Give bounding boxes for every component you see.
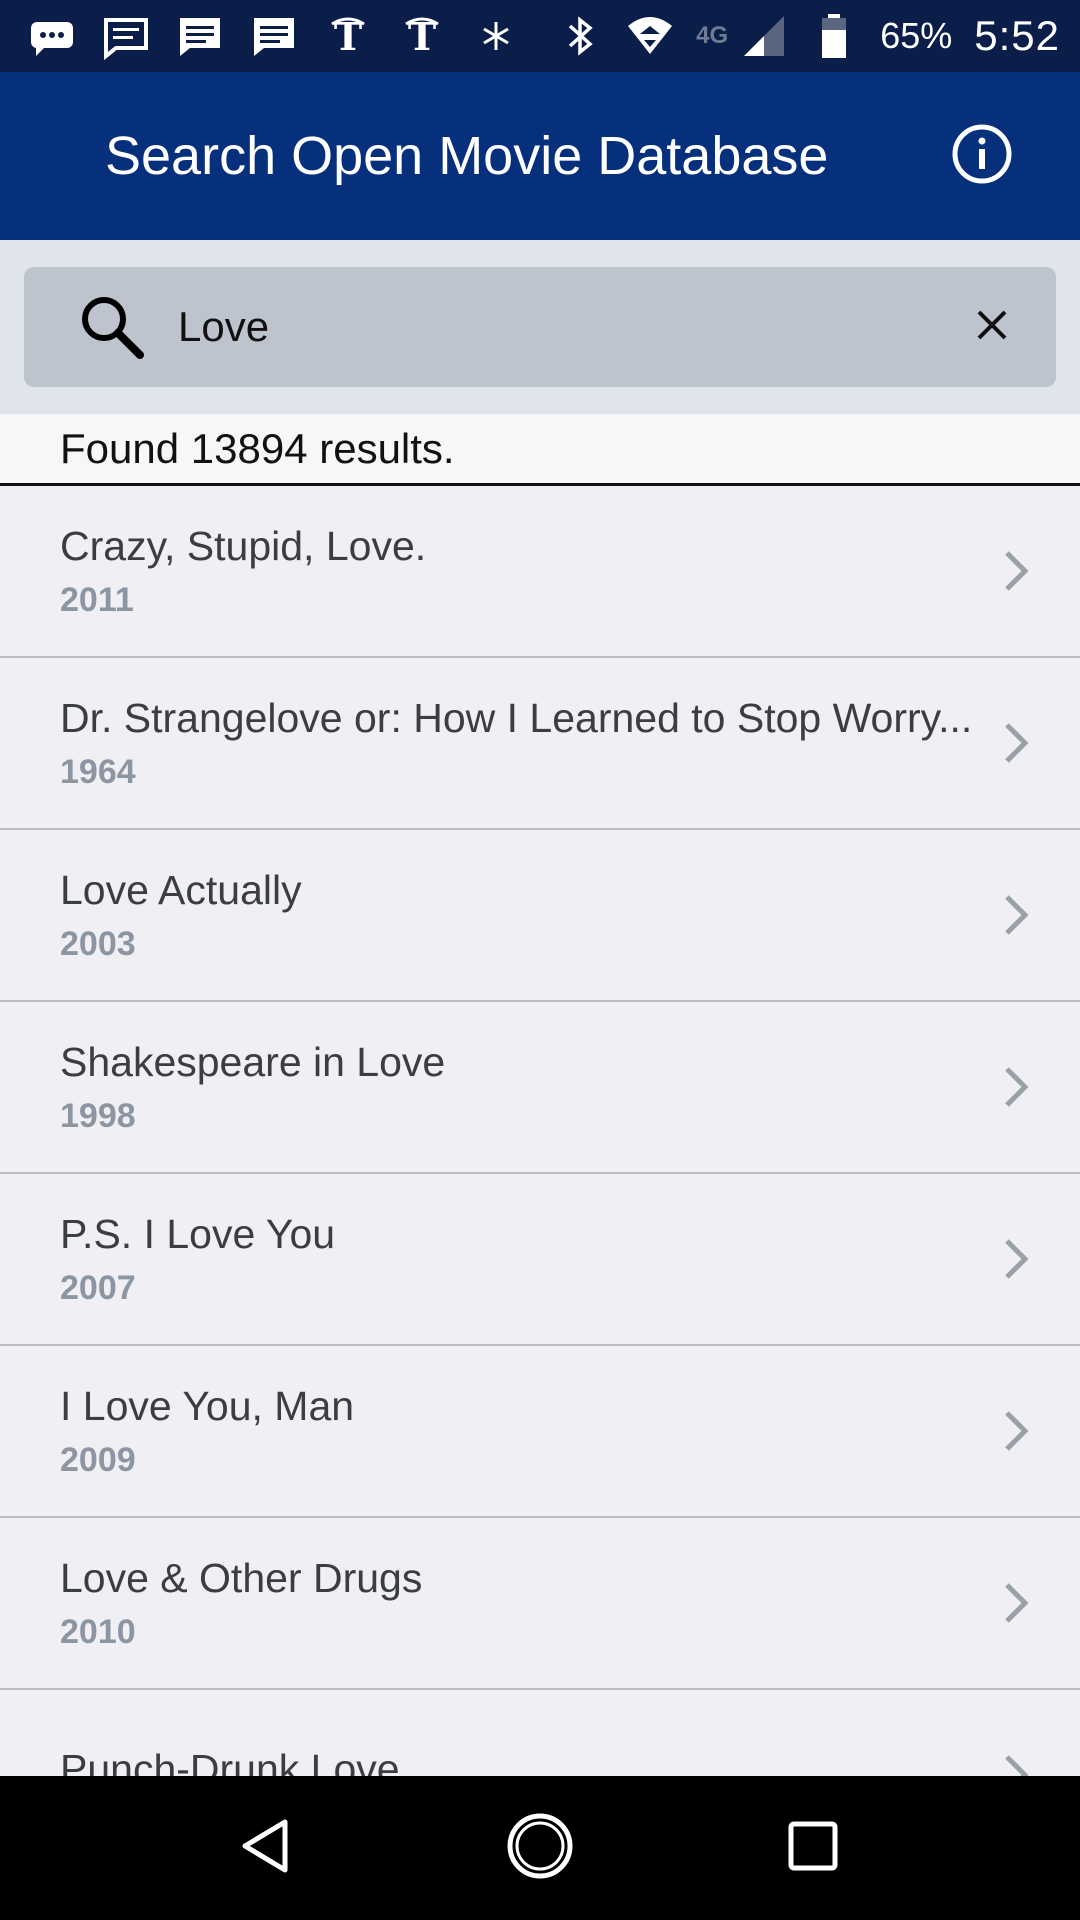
movie-year: 2007	[60, 1269, 136, 1308]
home-icon	[504, 1810, 576, 1887]
movie-title: Love & Other Drugs	[60, 1554, 423, 1601]
list-item-text: Love & Other Drugs 2010	[60, 1554, 980, 1652]
info-icon	[950, 122, 1014, 191]
nyt-icon: T	[398, 12, 446, 60]
message-icon	[176, 12, 224, 60]
list-item-text: Crazy, Stupid, Love. 2011	[60, 522, 980, 620]
clock: 5:52	[974, 12, 1060, 59]
movie-year: 2010	[60, 1613, 136, 1652]
movie-title: Shakespeare in Love	[60, 1038, 446, 1085]
chevron-right-icon	[992, 885, 1040, 945]
message-icon	[250, 12, 298, 60]
movie-year: 1964	[60, 753, 136, 792]
recents-button[interactable]	[758, 1793, 868, 1903]
home-button[interactable]	[485, 1793, 595, 1903]
chevron-right-icon	[992, 713, 1040, 773]
search-icon	[64, 279, 160, 375]
network-type-label: 4G	[696, 22, 729, 49]
results-count: Found 13894 results.	[0, 414, 1080, 486]
wifi-icon	[626, 12, 674, 60]
back-button[interactable]	[212, 1793, 322, 1903]
nyt-icon: T	[324, 12, 372, 60]
movie-title: Dr. Strangelove or: How I Learned to Sto…	[60, 694, 973, 741]
movie-year: 1998	[60, 1097, 136, 1136]
list-item-text: Dr. Strangelove or: How I Learned to Sto…	[60, 694, 980, 792]
list-item-text: P.S. I Love You 2007	[60, 1210, 980, 1308]
recents-icon	[783, 1816, 843, 1881]
chevron-right-icon	[992, 1057, 1040, 1117]
notification-icons: T T	[28, 12, 520, 60]
bluetooth-icon	[556, 12, 604, 60]
list-item-text: I Love You, Man 2009	[60, 1382, 980, 1480]
list-item[interactable]: Love & Other Drugs 2010	[0, 1518, 1080, 1690]
back-icon	[235, 1814, 299, 1883]
list-item[interactable]: Dr. Strangelove or: How I Learned to Sto…	[0, 658, 1080, 830]
search-input[interactable]	[160, 267, 944, 387]
snowflake-icon	[472, 12, 520, 60]
list-item[interactable]: I Love You, Man 2009	[0, 1346, 1080, 1518]
list-item[interactable]: Love Actually 2003	[0, 830, 1080, 1002]
movie-title: P.S. I Love You	[60, 1210, 336, 1257]
list-item[interactable]: P.S. I Love You 2007	[0, 1174, 1080, 1346]
list-item-text: Punch-Drunk Love	[60, 1745, 980, 1776]
list-item-text: Shakespeare in Love 1998	[60, 1038, 980, 1136]
close-icon	[974, 307, 1010, 348]
movie-title: Love Actually	[60, 866, 302, 913]
battery-percent: 65%	[880, 15, 953, 56]
chevron-right-icon	[992, 1229, 1040, 1289]
app-bar: Search Open Movie Database	[0, 72, 1080, 240]
movie-year: 2003	[60, 925, 136, 964]
movie-title: I Love You, Man	[60, 1382, 355, 1429]
movie-title: Punch-Drunk Love	[60, 1746, 400, 1776]
system-status: 4G 65% 5:52	[556, 12, 1060, 60]
message-icon	[102, 12, 150, 60]
chevron-right-icon	[992, 1401, 1040, 1461]
info-button[interactable]	[934, 108, 1030, 204]
chat-bubble-icon	[28, 12, 76, 60]
clear-search-button[interactable]	[944, 279, 1040, 375]
search-area	[0, 240, 1080, 414]
list-item[interactable]: Crazy, Stupid, Love. 2011	[0, 486, 1080, 658]
signal-icon	[740, 12, 788, 60]
list-item[interactable]: Shakespeare in Love 1998	[0, 1002, 1080, 1174]
list-item-text: Love Actually 2003	[60, 866, 980, 964]
page-title: Search Open Movie Database	[105, 126, 829, 186]
chevron-right-icon	[992, 1573, 1040, 1633]
movie-year: 2009	[60, 1441, 136, 1480]
results-list[interactable]: Crazy, Stupid, Love. 2011 Dr. Strangelov…	[0, 486, 1080, 1776]
navigation-bar	[0, 1776, 1080, 1920]
status-bar: T T 4G 65% 5:52	[0, 0, 1080, 72]
movie-title: Crazy, Stupid, Love.	[60, 522, 427, 569]
chevron-right-icon	[992, 1745, 1040, 1776]
chevron-right-icon	[992, 541, 1040, 601]
movie-year: 2011	[60, 581, 134, 620]
search-bar	[24, 267, 1056, 387]
battery-icon	[810, 12, 858, 60]
list-item[interactable]: Punch-Drunk Love	[0, 1690, 1080, 1776]
